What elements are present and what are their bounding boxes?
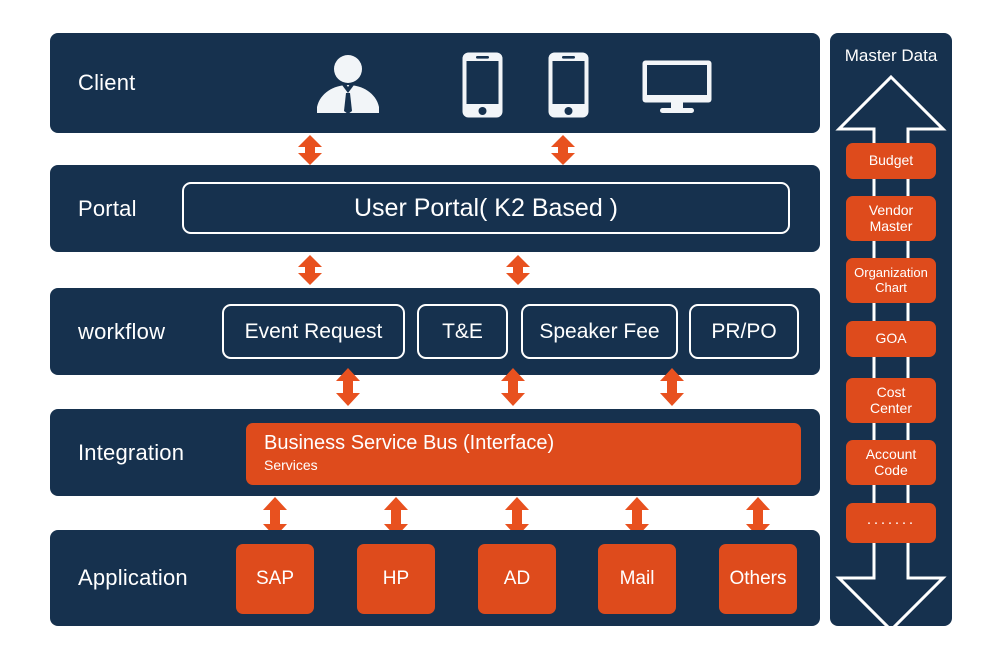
application-box-label: AD	[503, 568, 531, 589]
client-portal-connector-right	[550, 135, 576, 165]
application-box-hp[interactable]: HP	[357, 544, 435, 614]
workflow-box-label: T&E	[442, 319, 483, 343]
portal-box-user-portal[interactable]: User Portal( K2 Based )	[182, 182, 790, 234]
workflow-box-pr-po[interactable]: PR/PO	[689, 304, 799, 359]
master-data-panel: Master Data Budget Vendor Master Organiz…	[830, 33, 952, 626]
application-box-label: HP	[382, 568, 410, 589]
workflow-box-label: Event Request	[244, 319, 383, 343]
master-data-item-label: GOA	[875, 330, 907, 347]
client-icon-group	[290, 33, 810, 133]
master-data-item-account-code[interactable]: Account Code	[846, 440, 936, 485]
master-data-item-label: Vendor Master	[868, 201, 914, 234]
workflow-integration-connector-3	[659, 368, 685, 406]
master-data-item-label: Budget	[868, 152, 914, 169]
workflow-integration-connector-2	[500, 368, 526, 406]
application-box-others[interactable]: Others	[719, 544, 797, 614]
portal-box-label: User Portal( K2 Based )	[354, 193, 618, 222]
application-box-label: Mail	[619, 568, 655, 589]
master-data-item-goa[interactable]: GOA	[846, 321, 936, 357]
workflow-box-event-request[interactable]: Event Request	[222, 304, 405, 359]
application-box-label: Others	[729, 568, 787, 589]
business-service-bus-box[interactable]: Business Service Bus (Interface) Service…	[246, 423, 801, 485]
workflow-box-label: PR/PO	[711, 319, 777, 343]
desktop-monitor-icon	[642, 60, 712, 118]
workflow-integration-connector-1	[335, 368, 361, 406]
layer-label-client: Client	[78, 70, 136, 95]
layer-label-workflow: workflow	[78, 318, 166, 344]
master-data-item-label: Account Code	[865, 445, 917, 478]
person-icon	[306, 55, 390, 118]
portal-workflow-connector-left	[297, 255, 323, 285]
application-box-mail[interactable]: Mail	[598, 544, 676, 614]
layer-label-application: Application	[78, 565, 188, 590]
portal-workflow-connector-right	[505, 255, 531, 285]
business-service-bus-title: Business Service Bus (Interface)	[264, 432, 555, 454]
application-box-ad[interactable]: AD	[478, 544, 556, 614]
mobile-phone-icon	[548, 52, 589, 123]
master-data-item-vendor-master[interactable]: Vendor Master	[846, 196, 936, 241]
client-portal-connector-left	[297, 135, 323, 165]
mobile-phone-icon	[462, 52, 503, 123]
workflow-box-tande[interactable]: T&E	[417, 304, 508, 359]
application-box-label: SAP	[255, 568, 295, 589]
layer-label-integration: Integration	[78, 439, 185, 465]
master-data-item-more[interactable]: ·······	[846, 503, 936, 543]
layer-label-portal: Portal	[78, 195, 137, 221]
master-data-item-cost-center[interactable]: Cost Center	[846, 378, 936, 423]
business-service-bus-subtitle: Services	[264, 457, 318, 473]
master-data-item-budget[interactable]: Budget	[846, 143, 936, 179]
master-data-item-label: Cost Center	[869, 383, 913, 416]
architecture-diagram: Client Portal User Portal(K2 Based) wo…	[0, 0, 1000, 663]
layer-application: Application	[50, 530, 820, 626]
workflow-box-label: Speaker Fee	[539, 319, 660, 343]
workflow-box-speaker-fee[interactable]: Speaker Fee	[521, 304, 678, 359]
layer-client: Client	[50, 33, 820, 133]
master-data-item-label: Organization Chart	[854, 264, 928, 295]
master-data-item-label: ·······	[866, 513, 916, 531]
master-data-item-organization-chart[interactable]: Organization Chart	[846, 258, 936, 303]
application-box-sap[interactable]: SAP	[236, 544, 314, 614]
